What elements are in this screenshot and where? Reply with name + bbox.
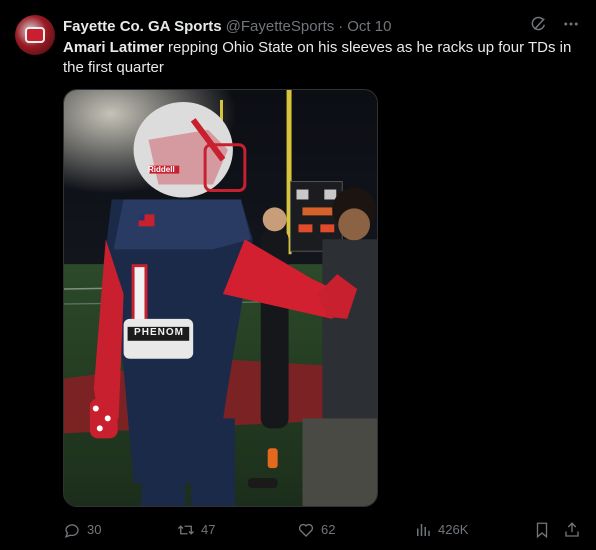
reply-button[interactable]: 30 xyxy=(63,518,101,542)
reply-count: 30 xyxy=(87,522,102,537)
helmet-brand-text: Riddell xyxy=(148,165,175,174)
header-separator: · xyxy=(338,17,344,35)
author-display-name[interactable]: Fayette Co. GA Sports xyxy=(63,18,222,35)
like-button[interactable]: 62 xyxy=(297,518,335,542)
bookmark-icon xyxy=(536,522,548,539)
avatar-logo xyxy=(25,27,45,43)
retweet-count: 47 xyxy=(201,522,216,537)
reply-icon xyxy=(64,524,79,538)
football-photo xyxy=(64,90,377,506)
heart-icon xyxy=(298,523,314,537)
header-actions xyxy=(530,15,580,33)
tweet: Fayette Co. GA Sports @FayetteSports · O… xyxy=(0,0,596,550)
tweet-header: Fayette Co. GA Sports @FayetteSports · O… xyxy=(63,16,391,36)
tweet-media-photo[interactable]: PHENOM Riddell xyxy=(63,89,378,507)
retweet-button[interactable]: 47 xyxy=(177,518,215,542)
share-button[interactable] xyxy=(563,518,581,542)
tweet-text: Amari Latimer repping Ohio State on his … xyxy=(63,38,573,78)
like-count: 62 xyxy=(321,522,336,537)
retweet-icon xyxy=(178,525,194,535)
tweet-actions: 30 47 62 426K xyxy=(63,518,583,542)
avatar[interactable] xyxy=(15,15,55,55)
views-chart-icon xyxy=(417,524,430,536)
more-options-icon[interactable] xyxy=(562,15,580,33)
tweet-date[interactable]: Oct 10 xyxy=(347,18,391,35)
tweet-text-mention: Amari Latimer xyxy=(63,39,164,56)
author-handle[interactable]: @FayetteSports xyxy=(226,18,335,35)
views-count: 426K xyxy=(438,522,469,537)
share-icon xyxy=(565,522,579,537)
bookmark-button[interactable] xyxy=(533,518,551,542)
views-button[interactable]: 426K xyxy=(414,518,468,542)
sleeve-patch-text: PHENOM xyxy=(134,327,184,338)
grok-icon[interactable] xyxy=(530,15,548,33)
